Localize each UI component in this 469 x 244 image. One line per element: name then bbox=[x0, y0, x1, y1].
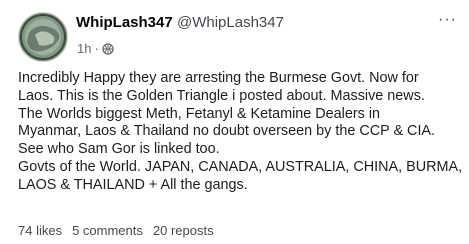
post-text-line: Myanmar, Laos & Thailand no doubt overse… bbox=[18, 123, 436, 140]
ellipsis-icon[interactable]: ··· bbox=[438, 12, 457, 28]
globe-icon bbox=[102, 42, 114, 55]
post-text-line: Laos. This is the Golden Triangle i post… bbox=[18, 87, 425, 104]
post-text-line: LAOS & THAILAND + All the gangs. bbox=[18, 176, 248, 193]
post-text-line: Govts of the World. JAPAN, CANADA, AUSTR… bbox=[18, 158, 463, 175]
author-name[interactable]: WhipLash347 bbox=[76, 14, 173, 31]
post-text-line: See who Sam Gor is linked too. bbox=[18, 141, 220, 158]
post-text-line: Incredibly Happy they are arresting the … bbox=[18, 70, 419, 86]
reposts-count[interactable]: 20 reposts bbox=[153, 223, 214, 238]
post-stats: 74 likes 5 comments 20 reposts bbox=[18, 223, 214, 238]
avatar-image bbox=[19, 13, 67, 61]
post-time[interactable]: 1h bbox=[77, 41, 91, 56]
post-card: WhipLash347 @WhipLash347 ··· 1h · Incred… bbox=[0, 0, 469, 244]
author-handle[interactable]: @WhipLash347 bbox=[177, 14, 284, 31]
comments-count[interactable]: 5 comments bbox=[72, 223, 143, 238]
post-text: Incredibly Happy they are arresting the … bbox=[18, 70, 464, 195]
author-avatar[interactable] bbox=[18, 12, 68, 62]
post-meta: 1h · bbox=[77, 41, 114, 56]
meta-separator: · bbox=[94, 41, 99, 56]
likes-count[interactable]: 74 likes bbox=[18, 223, 62, 238]
post-text-line: The Worlds biggest Meth, Fetanyl & Ketam… bbox=[18, 105, 381, 122]
